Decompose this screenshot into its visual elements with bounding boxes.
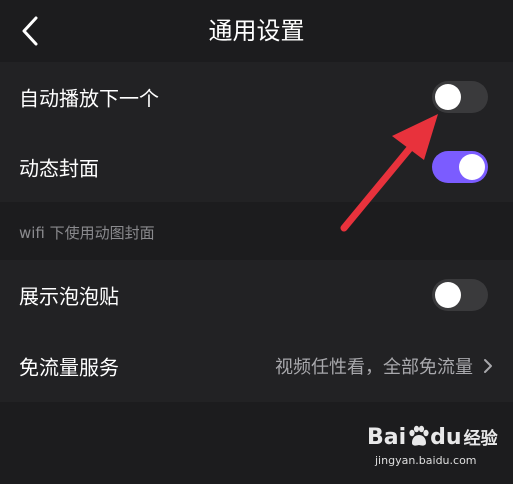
setting-row-dynamic-cover: 动态封面 [0, 132, 513, 202]
autoplay-toggle[interactable] [432, 81, 488, 113]
settings-page: 通用设置 自动播放下一个 动态封面 wifi 下使用动图封面 展示泡泡贴 免流量… [0, 0, 513, 484]
dynamic-cover-toggle[interactable] [432, 151, 488, 183]
paw-icon [409, 425, 429, 446]
watermark-url: jingyan.baidu.com [375, 454, 477, 467]
setting-label-free-data: 免流量服务 [19, 355, 119, 380]
toggle-knob [435, 84, 461, 110]
watermark-logo-text: Bai [367, 425, 407, 450]
dynamic-cover-note: wifi 下使用动图封面 [19, 224, 155, 242]
setting-row-autoplay: 自动播放下一个 [0, 62, 513, 132]
setting-label-autoplay: 自动播放下一个 [19, 86, 159, 111]
free-data-value: 视频任性看，全部免流量 [275, 357, 473, 378]
setting-label-dynamic-cover: 动态封面 [19, 156, 99, 181]
baidu-jingyan-watermark: Bai du 经验 jingyan.baidu.com [367, 424, 498, 474]
header: 通用设置 [0, 0, 513, 62]
setting-label-bubble-stickers: 展示泡泡贴 [19, 284, 119, 309]
bubble-stickers-toggle[interactable] [432, 279, 488, 311]
watermark-logo-text-2: du [430, 425, 462, 450]
page-title: 通用设置 [208, 17, 305, 45]
settings-group-playback: 自动播放下一个 动态封面 [0, 62, 513, 202]
watermark-logo-text-3: 经验 [463, 429, 498, 449]
watermark-logo: Bai du 经验 [367, 424, 498, 450]
chevron-right-icon [484, 359, 492, 373]
toggle-knob [435, 282, 461, 308]
settings-group-other: 展示泡泡贴 免流量服务 视频任性看，全部免流量 [0, 260, 513, 402]
setting-row-bubble-stickers: 展示泡泡贴 [0, 260, 513, 330]
setting-row-free-data[interactable]: 免流量服务 视频任性看，全部免流量 [0, 330, 513, 402]
toggle-knob [459, 154, 485, 180]
